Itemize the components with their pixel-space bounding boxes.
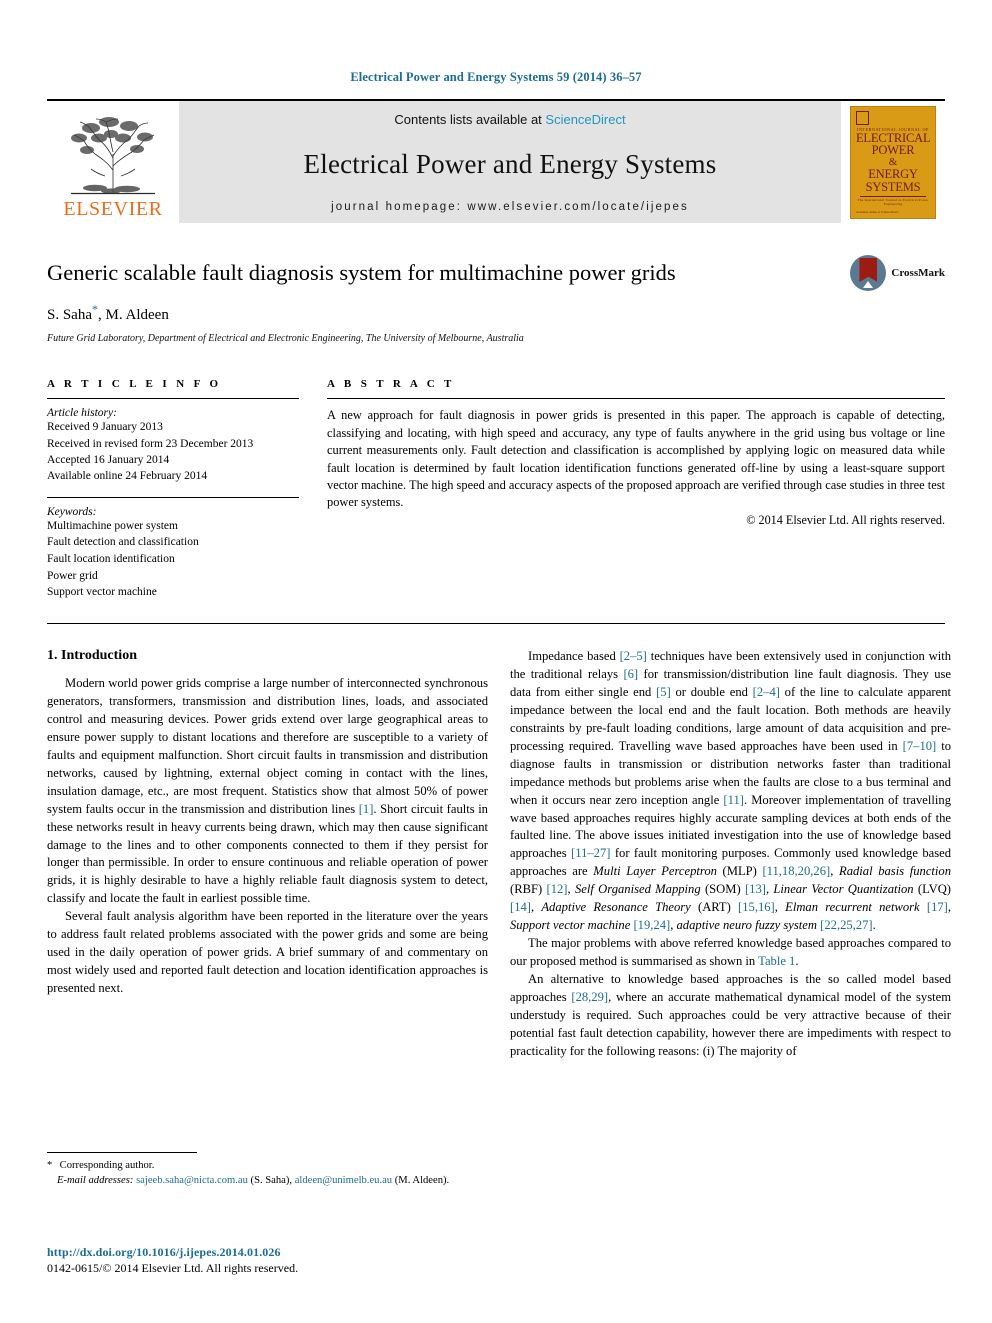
- footnote-marker: *: [47, 1160, 53, 1171]
- keyword-item: Multimachine power system: [47, 519, 178, 532]
- body-columns: 1. Introduction Modern world power grids…: [47, 648, 951, 1061]
- email-addresses-label: E-mail addresses:: [57, 1175, 134, 1187]
- article-info-divider: [47, 398, 299, 400]
- cover-divider: [860, 195, 926, 197]
- paragraph: Several fault analysis algorithm have be…: [47, 909, 488, 996]
- abstract-column: A B S T R A C T A new approach for fault…: [327, 378, 945, 601]
- cover-badge-icon: [856, 110, 869, 125]
- contents-available-line: Contents lists available at ScienceDirec…: [394, 112, 625, 127]
- paper-page: Electrical Power and Energy Systems 59 (…: [0, 0, 992, 1323]
- section-divider: [47, 623, 945, 625]
- abstract-heading: A B S T R A C T: [327, 378, 455, 391]
- email-link-1[interactable]: sajeeb.saha@nicta.com.au: [136, 1175, 248, 1186]
- doi-link[interactable]: http://dx.doi.org/10.1016/j.ijepes.2014.…: [47, 1245, 647, 1260]
- journal-title: Electrical Power and Energy Systems: [303, 148, 717, 179]
- footnote-emails: E-mail addresses: sajeeb.saha@nicta.com.…: [47, 1173, 488, 1188]
- journal-masthead: ELSEVIER Contents lists available at Sci…: [47, 99, 945, 223]
- corresponding-author-note: Corresponding author.: [59, 1160, 155, 1171]
- cover-tagline: The International Journal on Electrical …: [857, 197, 929, 206]
- abstract-copyright: © 2014 Elsevier Ltd. All rights reserved…: [746, 512, 945, 527]
- article-history-received: Received 9 January 2013: [47, 421, 163, 434]
- article-info-column: A R T I C L E I N F O Article history: R…: [47, 378, 299, 601]
- email-owner-1: (S. Saha),: [247, 1175, 295, 1187]
- keyword-item: Fault location identification: [47, 553, 175, 566]
- article-history-online: Available online 24 February 2014: [47, 470, 208, 483]
- elsevier-wordmark: ELSEVIER: [63, 198, 163, 220]
- article-history-label: Article history:: [47, 407, 117, 420]
- footer-block: http://dx.doi.org/10.1016/j.ijepes.2014.…: [47, 1245, 647, 1276]
- footnote-block: * Corresponding author. E-mail addresses…: [47, 1152, 488, 1189]
- author-2: , M. Aldeen: [98, 307, 169, 324]
- email-owner-2: (M. Aldeen).: [392, 1175, 450, 1187]
- masthead-center-panel: Contents lists available at ScienceDirec…: [179, 101, 841, 223]
- page-title: Generic scalable fault diagnosis system …: [47, 260, 676, 285]
- affiliation: Future Grid Laboratory, Department of El…: [47, 333, 524, 345]
- title-block: Generic scalable fault diagnosis system …: [47, 255, 945, 345]
- info-abstract-row: A R T I C L E I N F O Article history: R…: [47, 378, 945, 601]
- paragraph: An alternative to knowledge based approa…: [510, 971, 951, 1058]
- cover-bottom-note: Available online at ScienceDirect: [856, 209, 899, 214]
- keyword-item: Fault detection and classification: [47, 536, 199, 549]
- cover-line-energy: ENERGY: [868, 167, 918, 181]
- article-history-revised: Received in revised form 23 December 201…: [47, 437, 254, 450]
- contents-prefix: Contents lists available at: [394, 112, 546, 127]
- abstract-text: A new approach for fault diagnosis in po…: [327, 408, 945, 510]
- footnote-divider: [47, 1152, 197, 1153]
- journal-cover-image: INTERNATIONAL JOURNAL OF ELECTRICAL POWE…: [850, 105, 936, 219]
- paragraph: The major problems with above referred k…: [510, 936, 951, 969]
- section-heading-introduction: 1. Introduction: [47, 648, 137, 664]
- keyword-item: Support vector machine: [47, 586, 157, 599]
- journal-homepage-line[interactable]: journal homepage: www.elsevier.com/locat…: [331, 201, 689, 213]
- crossmark-icon: [850, 255, 887, 291]
- crossmark-label: CrossMark: [891, 267, 945, 279]
- journal-cover-container: INTERNATIONAL JOURNAL OF ELECTRICAL POWE…: [841, 101, 945, 223]
- author-list: S. Saha*, M. Aldeen: [47, 302, 945, 324]
- issn-copyright: 0142-0615/© 2014 Elsevier Ltd. All right…: [47, 1261, 299, 1275]
- keywords-divider: [47, 496, 299, 498]
- body-column-left: 1. Introduction Modern world power grids…: [47, 648, 488, 1061]
- paragraph: Impedance based [2–5] techniques have be…: [510, 649, 952, 933]
- elsevier-tree-icon: [65, 114, 161, 198]
- elsevier-branding: ELSEVIER: [47, 101, 179, 223]
- keyword-item: Power grid: [47, 569, 98, 582]
- footnote-corresponding: * Corresponding author.: [47, 1158, 488, 1173]
- author-1: S. Saha: [47, 307, 92, 324]
- cover-line-systems: SYSTEMS: [865, 179, 921, 194]
- crossmark-badge[interactable]: CrossMark: [850, 255, 945, 291]
- article-info-heading: A R T I C L E I N F O: [47, 378, 222, 391]
- keywords-label: Keywords:: [47, 505, 97, 518]
- abstract-divider: [327, 398, 945, 400]
- running-head: Electrical Power and Energy Systems 59 (…: [350, 70, 642, 84]
- email-link-2[interactable]: aldeen@unimelb.eu.au: [295, 1175, 392, 1186]
- article-history-accepted: Accepted 16 January 2014: [47, 454, 170, 467]
- body-column-right: Impedance based [2–5] techniques have be…: [510, 648, 951, 1061]
- sciencedirect-link[interactable]: ScienceDirect: [545, 112, 625, 127]
- paragraph: Modern world power grids comprise a larg…: [47, 676, 488, 906]
